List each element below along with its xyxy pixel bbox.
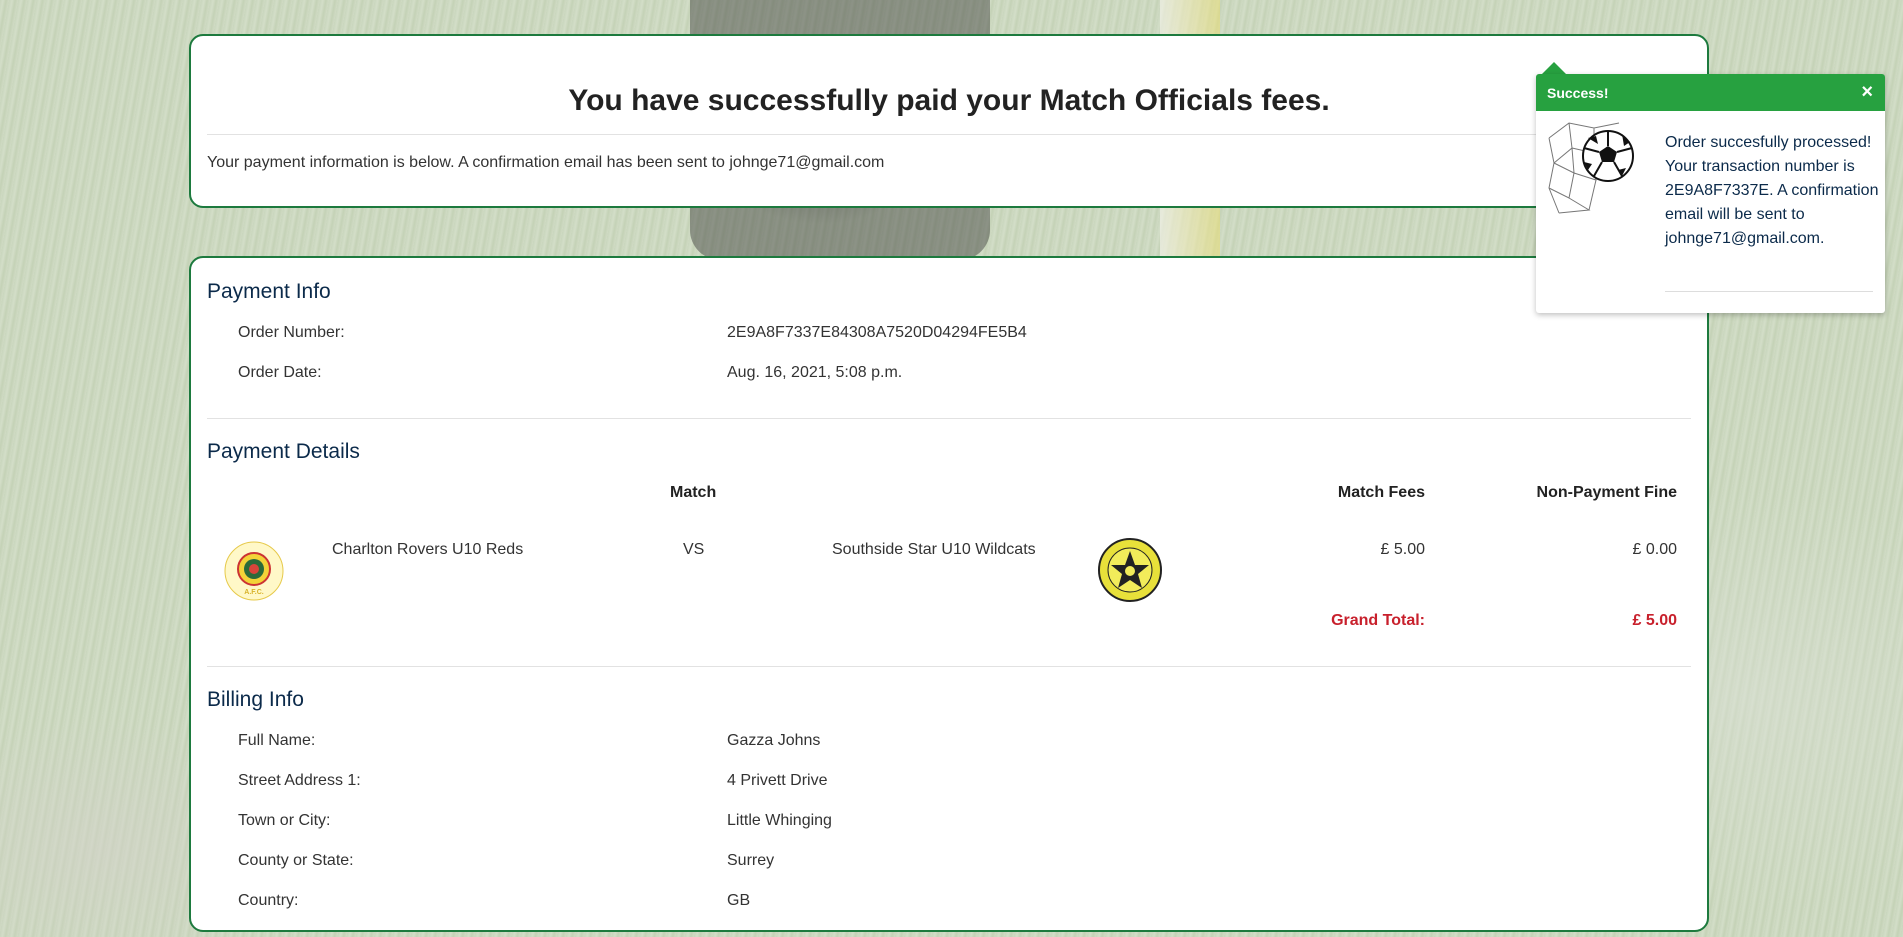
- match-column-header: Match: [670, 484, 717, 501]
- confirmation-headline: You have successfully paid your Match Of…: [568, 84, 1330, 117]
- order-number-value: 2E9A8F7337E84308A7520D04294FE5B4: [727, 324, 1027, 341]
- town-city-value: Little Whinging: [727, 812, 832, 829]
- toast-header: Success! ×: [1536, 74, 1885, 111]
- street-address-value: 4 Privett Drive: [727, 772, 828, 789]
- divider: [207, 666, 1691, 667]
- country-label: Country:: [238, 892, 299, 909]
- vs-text: VS: [683, 541, 705, 558]
- order-details-card: Payment Info Order Number: 2E9A8F7337E84…: [189, 256, 1709, 932]
- home-team-name: Charlton Rovers U10 Reds: [332, 541, 524, 558]
- close-icon[interactable]: ×: [1861, 81, 1873, 103]
- divider: [207, 134, 1691, 135]
- success-toast[interactable]: Success! × Order succesfully processed! …: [1536, 74, 1885, 313]
- home-team-crest-icon: A.F.C.: [223, 540, 285, 602]
- country-value: GB: [727, 892, 751, 909]
- order-date-label: Order Date:: [238, 364, 322, 381]
- match-fees-column-header: Match Fees: [1337, 484, 1425, 501]
- county-state-label: County or State:: [238, 852, 354, 869]
- street-address-label: Street Address 1:: [238, 772, 361, 789]
- order-date-value: Aug. 16, 2021, 5:08 p.m.: [727, 364, 903, 381]
- billing-info-title: Billing Info: [207, 688, 304, 711]
- town-city-label: Town or City:: [238, 812, 331, 829]
- order-number-label: Order Number:: [238, 324, 345, 341]
- full-name-value: Gazza Johns: [727, 732, 821, 749]
- payment-info-title: Payment Info: [207, 280, 331, 303]
- soccer-ball-net-icon: [1544, 118, 1642, 221]
- toast-title: Success!: [1547, 84, 1609, 101]
- confirmation-info-text: Your payment information is below. A con…: [207, 154, 885, 171]
- full-name-label: Full Name:: [238, 732, 316, 749]
- payment-details-title: Payment Details: [207, 440, 360, 463]
- match-fee-value: £ 5.00: [1380, 541, 1425, 558]
- non-payment-fine-value: £ 0.00: [1632, 541, 1677, 558]
- away-team-name: Southside Star U10 Wildcats: [832, 541, 1036, 558]
- grand-total-label: Grand Total:: [1331, 612, 1425, 629]
- confirmation-card: You have successfully paid your Match Of…: [189, 34, 1709, 208]
- toast-divider: [1665, 291, 1873, 292]
- county-state-value: Surrey: [727, 852, 775, 869]
- grand-total-value: £ 5.00: [1632, 612, 1677, 629]
- divider: [207, 418, 1691, 419]
- non-payment-fine-column-header: Non-Payment Fine: [1536, 484, 1677, 501]
- toast-arrow: [1542, 62, 1566, 74]
- away-team-crest-icon: [1097, 537, 1163, 603]
- svg-text:A.F.C.: A.F.C.: [244, 589, 264, 596]
- toast-message: Order succesfully processed! Your transa…: [1665, 134, 1879, 247]
